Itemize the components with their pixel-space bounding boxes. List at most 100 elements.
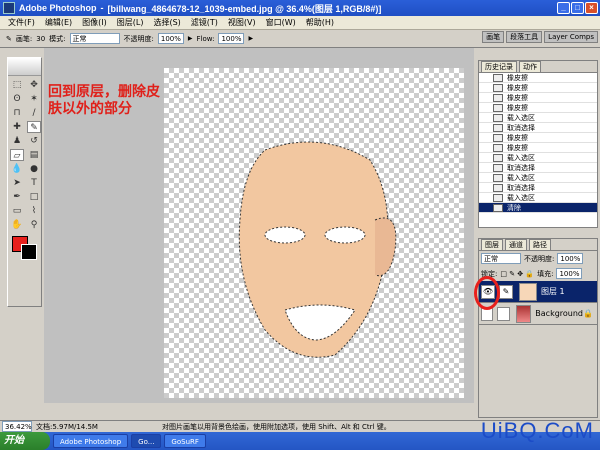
blur-tool-icon[interactable]: 💧: [10, 163, 24, 175]
toolbox: ⬚ ✥ ʘ ✶ ⊓ ∕ ✚ ✎ ♟ ↺ ▱ ▤ 💧 ● ➤ T ✒ □ ▭ ⌇ …: [7, 57, 42, 307]
blend-mode-select[interactable]: 正常: [481, 253, 521, 264]
highlight-circle: [474, 276, 500, 310]
notes-tool-icon[interactable]: ▭: [10, 205, 24, 217]
gradient-tool-icon[interactable]: ▤: [27, 149, 41, 161]
magic-wand-tool-icon[interactable]: ✶: [27, 93, 41, 105]
layer-name[interactable]: 图层 1: [541, 286, 565, 297]
selection-icon: [493, 123, 503, 132]
history-item[interactable]: 载入选区: [479, 173, 597, 183]
taskbar-item[interactable]: Go...: [131, 434, 162, 448]
tab-tool-presets[interactable]: 段落工具: [506, 31, 543, 43]
menu-layer[interactable]: 图层(L): [117, 17, 144, 28]
crop-tool-icon[interactable]: ⊓: [10, 107, 24, 119]
pen-tool-icon[interactable]: ✒: [10, 191, 24, 203]
fill-field[interactable]: 100%: [556, 268, 583, 279]
selection-icon: [493, 193, 503, 202]
eyedropper-tool-icon[interactable]: ⌇: [27, 205, 41, 217]
taskbar-item[interactable]: Adobe Photoshop: [53, 434, 129, 448]
healing-brush-tool-icon[interactable]: ✚: [10, 121, 24, 133]
shape-tool-icon[interactable]: □: [27, 191, 41, 203]
history-item-selected[interactable]: 清除: [479, 203, 597, 213]
opacity-field[interactable]: 100%: [157, 33, 184, 44]
panel-well: 画笔 段落工具 Layer Comps: [482, 31, 598, 43]
lock-icons[interactable]: □ ✎ ✥ 🔒: [500, 270, 534, 278]
flow-field[interactable]: 100%: [218, 33, 245, 44]
type-tool-icon[interactable]: T: [27, 177, 41, 189]
history-item[interactable]: 载入选区: [479, 193, 597, 203]
taskbar-item[interactable]: GoSuRF: [164, 434, 206, 448]
history-item[interactable]: 橡皮擦: [479, 143, 597, 153]
eraser-icon: [493, 93, 503, 102]
history-item[interactable]: 取消选择: [479, 123, 597, 133]
history-item[interactable]: 取消选择: [479, 163, 597, 173]
history-item[interactable]: 橡皮擦: [479, 103, 597, 113]
eraser-icon: [493, 133, 503, 142]
history-brush-tool-icon[interactable]: ↺: [27, 135, 41, 147]
clear-icon: [493, 203, 503, 212]
lasso-tool-icon[interactable]: ʘ: [10, 93, 24, 105]
opacity-label: 不透明度:: [123, 34, 154, 43]
maximize-button[interactable]: □: [571, 2, 584, 14]
clone-stamp-tool-icon[interactable]: ♟: [10, 135, 24, 147]
eraser-tool-icon[interactable]: ✎: [6, 35, 12, 43]
tab-channels[interactable]: 通道: [505, 239, 527, 250]
background-color-swatch[interactable]: [21, 244, 37, 260]
tab-history[interactable]: 历史记录: [481, 61, 517, 72]
mode-select[interactable]: 正常: [69, 33, 120, 44]
selection-icon: [493, 153, 503, 162]
menu-edit[interactable]: 编辑(E): [45, 17, 72, 28]
history-item[interactable]: 橡皮擦: [479, 83, 597, 93]
close-button[interactable]: ×: [585, 2, 598, 14]
chevron-right-icon[interactable]: ▶: [188, 35, 193, 42]
tab-layer-comps[interactable]: Layer Comps: [544, 31, 598, 43]
lock-icon: 🔒: [583, 309, 593, 318]
history-item[interactable]: 取消选择: [479, 183, 597, 193]
photoshop-logo-icon: [3, 2, 15, 14]
history-item[interactable]: 载入选区: [479, 153, 597, 163]
zoom-field[interactable]: 36.42%: [2, 421, 32, 432]
mode-label: 模式:: [49, 34, 66, 43]
menu-filter[interactable]: 滤镜(T): [191, 17, 218, 28]
tab-paths[interactable]: 路径: [529, 239, 551, 250]
history-item[interactable]: 橡皮擦: [479, 73, 597, 83]
brush-tool-icon[interactable]: ✎: [27, 121, 41, 133]
history-item[interactable]: 载入选区: [479, 113, 597, 123]
doc-size: 文档:5.97M/14.5M: [36, 422, 98, 431]
layer-name[interactable]: Background: [535, 309, 583, 318]
menu-help[interactable]: 帮助(H): [306, 17, 334, 28]
menu-window[interactable]: 窗口(W): [266, 17, 296, 28]
document-title: [billwang_4864678-12_1039-embed.jpg @ 36…: [107, 3, 382, 14]
marquee-tool-icon[interactable]: ⬚: [10, 79, 24, 91]
brush-link-icon[interactable]: ✎: [499, 284, 513, 299]
history-item[interactable]: 橡皮擦: [479, 93, 597, 103]
tab-layers[interactable]: 图层: [481, 239, 503, 250]
selection-icon: [493, 113, 503, 122]
right-panels: 历史记录 动作 橡皮擦 橡皮擦 橡皮擦 橡皮擦 载入选区 取消选择 橡皮擦 橡皮…: [474, 48, 600, 428]
path-selection-tool-icon[interactable]: ➤: [10, 177, 24, 189]
history-item[interactable]: 橡皮擦: [479, 133, 597, 143]
zoom-tool-icon[interactable]: ⚲: [27, 219, 41, 231]
tab-actions[interactable]: 动作: [519, 61, 541, 72]
hand-tool-icon[interactable]: ✋: [10, 219, 24, 231]
layer-opacity-field[interactable]: 100%: [557, 253, 584, 264]
eraser-tool-icon[interactable]: ▱: [10, 149, 24, 161]
link-icon[interactable]: [497, 306, 510, 321]
tab-brushes[interactable]: 画笔: [482, 31, 505, 43]
face-layer-image: [238, 141, 397, 358]
layer-row[interactable]: Background 🔒: [479, 303, 597, 325]
chevron-right-icon[interactable]: ▶: [248, 35, 253, 42]
menu-view[interactable]: 视图(V): [228, 17, 256, 28]
dodge-tool-icon[interactable]: ●: [27, 163, 41, 175]
menu-select[interactable]: 选择(S): [153, 17, 180, 28]
eraser-icon: [493, 143, 503, 152]
menu-file[interactable]: 文件(F): [8, 17, 35, 28]
brush-size[interactable]: 30: [36, 35, 45, 43]
layer-thumbnail: [519, 282, 537, 301]
menu-bar: 文件(F) 编辑(E) 图像(I) 图层(L) 选择(S) 滤镜(T) 视图(V…: [0, 16, 600, 30]
move-tool-icon[interactable]: ✥: [27, 79, 41, 91]
menu-image[interactable]: 图像(I): [82, 17, 107, 28]
brush-label: 画笔:: [15, 34, 33, 43]
start-button[interactable]: 开始: [0, 432, 50, 450]
minimize-button[interactable]: _: [557, 2, 570, 14]
slice-tool-icon[interactable]: ∕: [27, 107, 41, 119]
